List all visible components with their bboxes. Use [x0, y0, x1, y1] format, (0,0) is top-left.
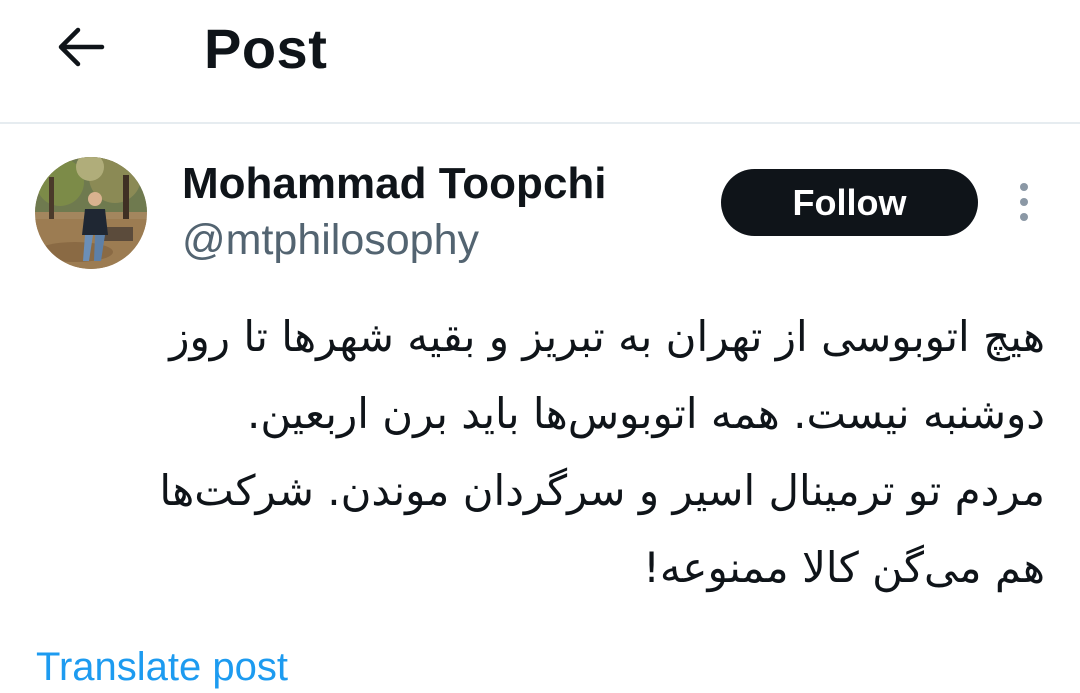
top-bar: Post — [0, 0, 1080, 124]
post-text-line: مردم تو ترمینال اسیر و سرگردان موندن. شر… — [159, 466, 1045, 515]
more-options-button[interactable] — [1004, 180, 1044, 226]
follow-button[interactable]: Follow — [721, 169, 978, 236]
author-display-name[interactable]: Mohammad Toopchi — [182, 158, 607, 210]
avatar[interactable] — [35, 157, 147, 269]
avatar-photo — [35, 157, 147, 269]
author-handle[interactable]: @mtphilosophy — [182, 214, 479, 266]
post-text-line: هم می‌گن کالا ممنوعه! — [643, 543, 1045, 592]
post-text: هیچ اتوبوسی از تهران به تبریز و بقیه شهر… — [40, 298, 1045, 606]
translate-post-link[interactable]: Translate post — [36, 642, 288, 692]
post-text-line: هیچ اتوبوسی از تهران به تبریز و بقیه شهر… — [169, 312, 1045, 361]
back-button[interactable] — [50, 22, 110, 72]
more-vertical-icon — [1020, 183, 1028, 221]
arrow-left-icon — [58, 27, 105, 67]
page-title: Post — [204, 17, 328, 80]
post-page: Post Mohammad Toopchi @mtphilosophy Foll… — [0, 0, 1080, 693]
post-text-line: دوشنبه نیست. همه اتوبوس‌ها باید برن اربع… — [247, 389, 1045, 438]
